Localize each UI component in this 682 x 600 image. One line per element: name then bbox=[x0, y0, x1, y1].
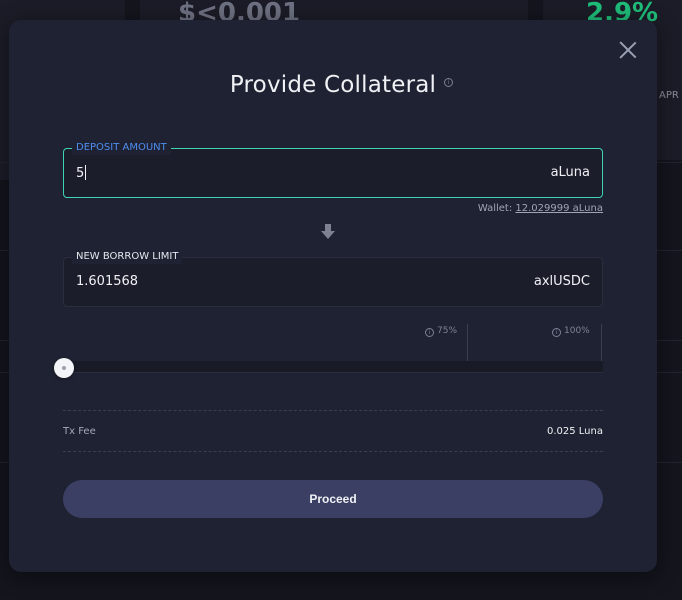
marker-100-text: 100% bbox=[564, 326, 590, 336]
borrow-limit-slider[interactable]: i 75% i 100% bbox=[54, 316, 603, 378]
title-wrapper: Provide Collateral i bbox=[229, 72, 454, 98]
provide-collateral-modal: Provide Collateral i DEPOSIT AMOUNT 5 aL… bbox=[9, 20, 657, 572]
marker-75-line bbox=[467, 324, 468, 361]
tx-fee-label: Tx Fee bbox=[63, 426, 96, 437]
wallet-amount-link[interactable]: 12.029999 aLuna bbox=[515, 203, 603, 214]
background-apr-label: APR bbox=[659, 90, 679, 101]
wallet-balance: Wallet: 12.029999 aLuna bbox=[478, 203, 603, 214]
deposit-amount-field[interactable]: DEPOSIT AMOUNT 5 aLuna bbox=[63, 141, 603, 198]
deposit-amount-label: DEPOSIT AMOUNT bbox=[72, 141, 171, 155]
proceed-button[interactable]: Proceed bbox=[63, 480, 603, 518]
wallet-label: Wallet: bbox=[477, 203, 513, 214]
marker-100-line bbox=[601, 324, 602, 361]
borrow-unit: axlUSDC bbox=[533, 274, 590, 289]
deposit-amount-input[interactable]: 5 bbox=[76, 165, 87, 181]
arrow-down-icon bbox=[321, 224, 335, 239]
divider bbox=[63, 410, 603, 411]
deposit-unit: aLuna bbox=[550, 165, 590, 180]
deposit-amount-value: 5 bbox=[76, 166, 85, 181]
modal-title-row: Provide Collateral i bbox=[9, 72, 657, 98]
info-icon[interactable]: i bbox=[552, 328, 561, 337]
tx-fee-value: 0.025 Luna bbox=[546, 426, 603, 437]
text-caret bbox=[85, 165, 87, 180]
new-borrow-limit-value: 1.601568 bbox=[76, 274, 139, 289]
marker-75-label: i 75% bbox=[425, 326, 457, 337]
marker-75-text: 75% bbox=[437, 326, 458, 336]
new-borrow-limit-field: NEW BORROW LIMIT 1.601568 axlUSDC bbox=[63, 250, 603, 307]
slider-track[interactable] bbox=[63, 361, 603, 373]
divider bbox=[63, 451, 603, 452]
marker-100-label: i 100% bbox=[552, 326, 590, 337]
close-icon[interactable] bbox=[617, 39, 639, 61]
new-borrow-limit-label: NEW BORROW LIMIT bbox=[72, 250, 183, 264]
slider-handle[interactable] bbox=[54, 358, 74, 378]
info-icon[interactable]: i bbox=[444, 78, 454, 87]
info-icon[interactable]: i bbox=[425, 328, 434, 337]
modal-title: Provide Collateral bbox=[229, 72, 437, 98]
page: $<0.001 2.9% APR Provide Collateral i DE… bbox=[0, 0, 682, 600]
